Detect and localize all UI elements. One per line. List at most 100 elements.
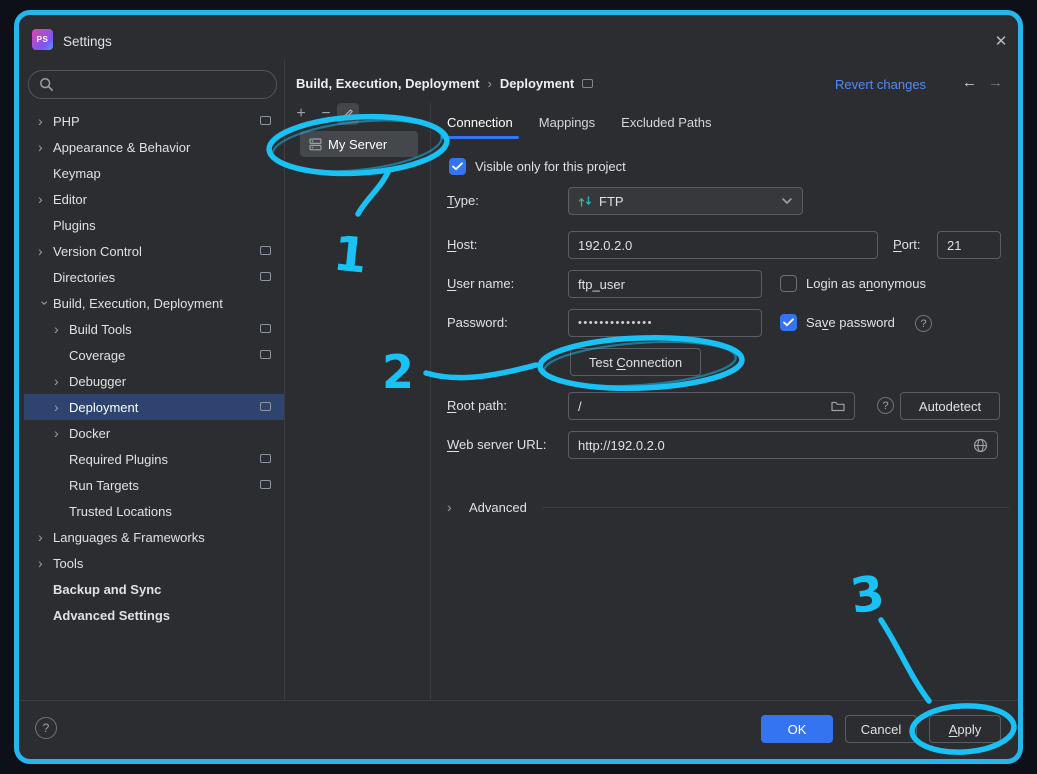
visible-only-checkbox-row[interactable]: Visible only for this project	[449, 158, 626, 175]
host-label: Host:	[447, 231, 477, 259]
chevron-right-icon: ›	[54, 426, 69, 440]
search-input[interactable]	[60, 77, 266, 92]
type-dropdown[interactable]: FTP	[568, 187, 803, 215]
chevron-right-icon: ›	[38, 556, 53, 570]
sidebar-item-backup-and-sync[interactable]: Backup and Sync	[24, 576, 284, 602]
user-name-label: User name:	[447, 270, 514, 298]
save-password-checkbox-row[interactable]: Save password	[780, 314, 895, 331]
password-label: Password:	[447, 309, 508, 337]
chevron-right-icon: ›	[447, 500, 462, 514]
settings-dialog: PS Settings ✕ › PHP › Appearance & Behav…	[14, 10, 1023, 764]
project-config-icon	[260, 480, 271, 489]
project-config-icon	[260, 272, 271, 281]
sidebar-item-languages-frameworks[interactable]: › Languages & Frameworks	[24, 524, 284, 550]
chevron-right-icon: ›	[38, 530, 53, 544]
help-icon[interactable]: ?	[877, 397, 894, 414]
project-config-icon	[260, 454, 271, 463]
add-server-button[interactable]: +	[290, 103, 312, 125]
advanced-section-toggle[interactable]: › Advanced	[447, 494, 527, 520]
apply-button[interactable]: Apply	[929, 715, 1001, 743]
tree-divider	[284, 60, 285, 700]
project-config-icon	[260, 324, 271, 333]
edit-server-button[interactable]	[337, 103, 359, 125]
forward-arrow-button[interactable]: →	[988, 74, 1003, 91]
sidebar-item-php[interactable]: › PHP	[24, 108, 284, 134]
chevron-right-icon: ›	[38, 192, 53, 206]
sidebar-item-deployment[interactable]: › Deployment	[24, 394, 284, 420]
sidebar-item-version-control[interactable]: › Version Control	[24, 238, 284, 264]
sidebar-item-advanced-settings[interactable]: Advanced Settings	[24, 602, 284, 628]
chevron-right-icon: ›	[54, 374, 69, 388]
tab-mappings[interactable]: Mappings	[539, 111, 595, 135]
tab-excluded-paths[interactable]: Excluded Paths	[621, 111, 711, 135]
sidebar-item-tools[interactable]: › Tools	[24, 550, 284, 576]
type-value: FTP	[599, 194, 774, 209]
settings-tree: › PHP › Appearance & Behavior Keymap › E…	[24, 108, 284, 628]
port-label: Port:	[893, 231, 920, 259]
breadcrumb-current: Deployment	[500, 76, 574, 91]
checkbox-unchecked-icon[interactable]	[780, 275, 797, 292]
host-input[interactable]: 192.0.2.0	[568, 231, 878, 259]
login-anonymous-checkbox-row[interactable]: Login as anonymous	[780, 275, 926, 292]
help-icon[interactable]: ?	[915, 315, 932, 332]
checkbox-checked-icon[interactable]	[449, 158, 466, 175]
breadcrumb: Build, Execution, Deployment › Deploymen…	[296, 76, 593, 91]
sidebar-item-debugger[interactable]: › Debugger	[24, 368, 284, 394]
checkbox-checked-icon[interactable]	[780, 314, 797, 331]
sidebar-item-build-execution-deployment[interactable]: › Build, Execution, Deployment	[24, 290, 284, 316]
root-path-label: Root path:	[447, 392, 507, 420]
sidebar-item-required-plugins[interactable]: Required Plugins	[24, 446, 284, 472]
autodetect-button[interactable]: Autodetect	[900, 392, 1000, 420]
phpstorm-logo-icon: PS	[32, 29, 53, 50]
breadcrumb-parent[interactable]: Build, Execution, Deployment	[296, 76, 479, 91]
root-path-input[interactable]: /	[568, 392, 855, 420]
server-list-divider	[430, 103, 431, 700]
sidebar-item-appearance-behavior[interactable]: › Appearance & Behavior	[24, 134, 284, 160]
chevron-down-icon	[781, 197, 793, 205]
sidebar-item-run-targets[interactable]: Run Targets	[24, 472, 284, 498]
project-config-icon	[260, 116, 271, 125]
sidebar-item-editor[interactable]: › Editor	[24, 186, 284, 212]
server-icon	[309, 138, 322, 151]
type-label: Type:	[447, 187, 479, 215]
advanced-divider	[542, 507, 1009, 508]
chevron-right-icon: ›	[38, 244, 53, 258]
user-name-input[interactable]: ftp_user	[568, 270, 762, 298]
breadcrumb-separator: ›	[487, 76, 491, 91]
sidebar-item-coverage[interactable]: Coverage	[24, 342, 284, 368]
revert-changes-link[interactable]: Revert changes	[835, 77, 926, 92]
save-password-label: Save password	[806, 315, 895, 330]
globe-icon[interactable]	[973, 438, 988, 453]
sidebar-item-docker[interactable]: › Docker	[24, 420, 284, 446]
tab-connection[interactable]: Connection	[447, 111, 513, 135]
remove-server-button[interactable]: −	[315, 103, 337, 125]
window-title: Settings	[63, 34, 112, 49]
chevron-right-icon: ›	[54, 400, 69, 414]
project-config-icon	[260, 350, 271, 359]
server-list-item-my-server[interactable]: My Server	[300, 131, 418, 157]
project-config-icon	[582, 79, 593, 88]
password-input[interactable]: ••••••••••••••	[568, 309, 762, 337]
help-button[interactable]: ?	[35, 717, 57, 739]
chevron-down-icon: ›	[39, 296, 53, 311]
project-config-icon	[260, 402, 271, 411]
ok-button[interactable]: OK	[761, 715, 833, 743]
sidebar-item-keymap[interactable]: Keymap	[24, 160, 284, 186]
sidebar-item-build-tools[interactable]: › Build Tools	[24, 316, 284, 342]
sidebar-item-trusted-locations[interactable]: Trusted Locations	[24, 498, 284, 524]
cancel-button[interactable]: Cancel	[845, 715, 917, 743]
test-connection-button[interactable]: Test Connection	[570, 348, 701, 376]
back-arrow-button[interactable]: ←	[962, 74, 977, 91]
footer-divider	[19, 700, 1018, 701]
pencil-icon	[342, 108, 354, 120]
deployment-tabs: Connection Mappings Excluded Paths	[447, 111, 712, 135]
close-icon[interactable]: ✕	[989, 29, 1013, 53]
web-server-url-input[interactable]: http://192.0.2.0	[568, 431, 998, 459]
sidebar-item-directories[interactable]: Directories	[24, 264, 284, 290]
chevron-right-icon: ›	[38, 114, 53, 128]
search-icon	[39, 77, 54, 92]
sidebar-item-plugins[interactable]: Plugins	[24, 212, 284, 238]
folder-icon[interactable]	[831, 400, 845, 412]
port-input[interactable]: 21	[937, 231, 1001, 259]
settings-search[interactable]	[28, 70, 277, 99]
